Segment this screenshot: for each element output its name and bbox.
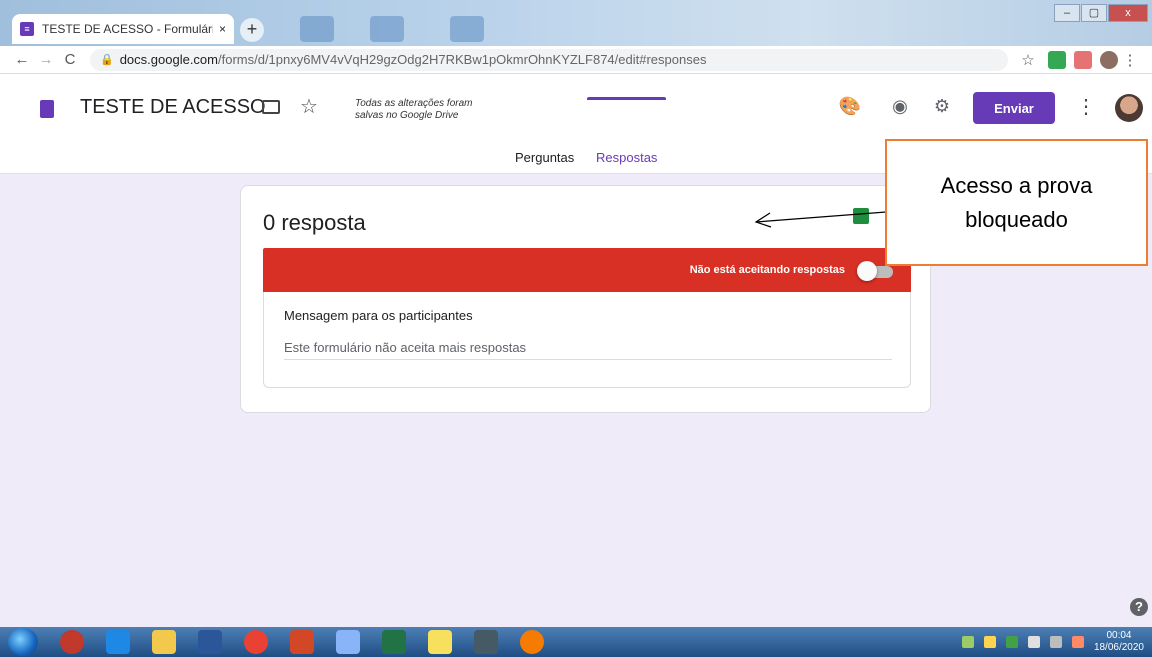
- response-count: 0 resposta: [263, 210, 366, 235]
- taskbar-app-icon[interactable]: [520, 630, 544, 654]
- flag-icon[interactable]: [1071, 636, 1084, 648]
- url-path: /forms/d/1pnxy6MV4vVqH29gzOdg2H7RKBw1pOk…: [217, 52, 707, 67]
- send-button[interactable]: Enviar: [973, 92, 1055, 124]
- system-clock[interactable]: 00:04 18/06/2020: [1094, 630, 1144, 654]
- url-field[interactable]: 🔒 docs.google.com/forms/d/1pnxy6MV4vVqH2…: [90, 48, 1008, 71]
- sticky-notes-icon[interactable]: [428, 630, 452, 654]
- toggle-knob[interactable]: [857, 261, 877, 281]
- maximize-button[interactable]: ▢: [1081, 4, 1107, 22]
- tab-respostas[interactable]: Respostas: [596, 150, 657, 165]
- background-decoration: [300, 16, 334, 42]
- folder-icon[interactable]: [262, 100, 280, 114]
- tray-app-icon[interactable]: [983, 636, 996, 648]
- address-bar: ← → C 🔒 docs.google.com/forms/d/1pnxy6MV…: [0, 46, 1152, 74]
- display-icon[interactable]: [1049, 636, 1062, 648]
- forward-icon[interactable]: →: [34, 51, 58, 68]
- file-explorer-icon[interactable]: [152, 630, 176, 654]
- system-tray: 00:04 18/06/2020: [961, 627, 1152, 657]
- paint-icon[interactable]: [336, 630, 360, 654]
- excel-icon[interactable]: [382, 630, 406, 654]
- windows-taskbar: 00:04 18/06/2020: [0, 627, 1152, 657]
- forms-doc-icon[interactable]: [40, 100, 54, 118]
- url-host: docs.google.com: [119, 52, 218, 67]
- browser-tab[interactable]: ≡ TESTE DE ACESSO - Formulários ( ×: [12, 14, 234, 44]
- annotation-callout: Acesso a prova bloqueado: [885, 139, 1148, 266]
- powerpoint-icon[interactable]: [290, 630, 314, 654]
- minimize-button[interactable]: –: [1054, 4, 1080, 22]
- tab-close-icon[interactable]: ×: [219, 22, 226, 36]
- window-controls: – ▢ x: [1054, 4, 1148, 22]
- forms-favicon-icon: ≡: [20, 22, 34, 36]
- tray-app-icon[interactable]: [1005, 636, 1018, 648]
- clock-date: 18/06/2020: [1093, 642, 1144, 653]
- internet-explorer-icon[interactable]: [106, 630, 130, 654]
- reload-icon[interactable]: C: [58, 51, 82, 68]
- avatar[interactable]: [1115, 94, 1143, 122]
- chrome-icon[interactable]: [244, 630, 268, 654]
- accepting-responses-banner: Não está aceitando respostas: [263, 248, 911, 292]
- clock-time: 00:04: [1106, 630, 1132, 641]
- message-field[interactable]: Este formulário não aceita mais resposta…: [284, 340, 526, 355]
- pdf-extension-icon[interactable]: [1074, 50, 1092, 69]
- accepting-status-text: Não está aceitando respostas: [689, 264, 845, 276]
- profile-avatar[interactable]: [1100, 50, 1118, 69]
- lock-icon: 🔒: [100, 54, 114, 66]
- browser-menu-icon[interactable]: ⋮: [1118, 51, 1142, 69]
- bookmark-star-icon[interactable]: ☆: [1016, 51, 1040, 69]
- annotation-arrow: [754, 211, 887, 228]
- taskbar-app-icon[interactable]: [60, 630, 84, 654]
- taskbar-app-icon[interactable]: [474, 630, 498, 654]
- participant-message-box: Mensagem para os participantes Este form…: [263, 292, 911, 388]
- background-decoration: [450, 16, 484, 42]
- background-decoration: [370, 16, 404, 42]
- save-status: Todas as alterações foram salvas no Goog…: [355, 98, 473, 121]
- tab-title: TESTE DE ACESSO - Formulários (: [42, 22, 213, 36]
- word-icon[interactable]: [198, 630, 222, 654]
- network-icon[interactable]: [961, 636, 974, 648]
- new-tab-button[interactable]: +: [240, 18, 264, 42]
- star-icon[interactable]: ☆: [300, 94, 318, 119]
- browser-tab-strip: ≡ TESTE DE ACESSO - Formulários ( × + – …: [0, 0, 1152, 46]
- start-button[interactable]: [8, 628, 38, 656]
- more-icon[interactable]: ⋮: [1076, 94, 1096, 119]
- volume-icon[interactable]: [1027, 636, 1040, 648]
- help-icon[interactable]: ?: [1130, 598, 1148, 616]
- form-title[interactable]: TESTE DE ACESSO: [80, 96, 266, 119]
- annotation-text: Acesso a prova bloqueado: [940, 172, 1093, 232]
- eye-icon[interactable]: ◉: [888, 96, 912, 117]
- palette-icon[interactable]: 🎨: [838, 96, 862, 117]
- extension-icon[interactable]: [1048, 50, 1066, 69]
- active-tab-indicator: [587, 97, 666, 100]
- close-window-button[interactable]: x: [1108, 4, 1148, 22]
- back-icon[interactable]: ←: [10, 51, 34, 68]
- message-label: Mensagem para os participantes: [284, 308, 473, 323]
- gear-icon[interactable]: ⚙: [930, 96, 954, 117]
- message-underline: [284, 359, 892, 360]
- tab-perguntas[interactable]: Perguntas: [515, 150, 574, 165]
